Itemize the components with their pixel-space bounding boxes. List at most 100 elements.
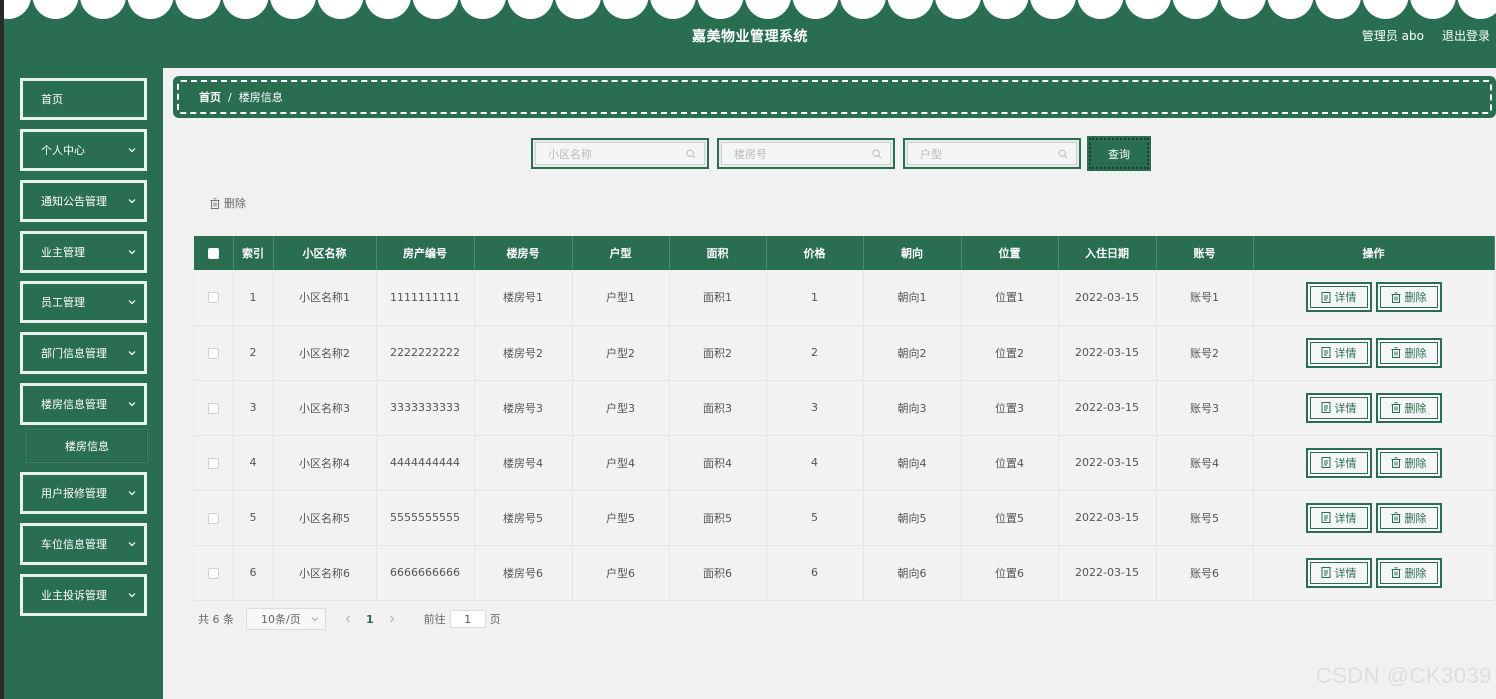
row-account: 账号2 <box>1156 325 1254 381</box>
row-checkbox[interactable] <box>207 457 219 469</box>
logout-button[interactable]: 退出登录 <box>1442 27 1490 44</box>
sidebar-item-parking[interactable]: 车位信息管理 <box>20 523 147 565</box>
community-search-field[interactable]: 小区名称 <box>531 138 709 169</box>
scallop-shape <box>792 0 839 19</box>
sidebar-item-staff[interactable]: 员工管理 <box>20 281 147 323</box>
select-all-checkbox[interactable] <box>207 248 219 259</box>
delete-button[interactable]: 删除 <box>1375 447 1442 478</box>
row-area: 面积6 <box>669 545 767 601</box>
row-community: 小区名称4 <box>273 435 377 491</box>
unit-type-search-field[interactable]: 户型 <box>903 138 1081 169</box>
row-move-in-date: 2022-03-15 <box>1058 490 1157 546</box>
row-select-cell[interactable] <box>194 545 234 601</box>
row-community: 小区名称1 <box>273 270 377 326</box>
building-search-input[interactable]: 楼房号 <box>734 146 767 162</box>
row-orientation: 朝向5 <box>863 490 962 546</box>
trash-icon <box>1391 567 1400 578</box>
sidebar-subitem-building-info[interactable]: 楼房信息 <box>26 429 148 463</box>
sidebar-item-building[interactable]: 楼房信息管理 <box>20 383 147 425</box>
row-unit-type: 户型1 <box>572 270 670 326</box>
delete-button[interactable]: 删除 <box>1375 392 1442 423</box>
row-select-cell[interactable] <box>194 435 234 491</box>
row-select-cell[interactable] <box>194 490 234 546</box>
detail-button[interactable]: 详情 <box>1305 447 1372 478</box>
query-button[interactable]: 查询 <box>1087 136 1151 171</box>
row-community: 小区名称6 <box>273 545 377 601</box>
row-location: 位置4 <box>961 435 1059 491</box>
next-page-button[interactable] <box>388 613 396 626</box>
table-row: 6 小区名称6 6666666666 楼房号6 户型6 面积6 6 朝向6 位置6 2022-03… <box>194 545 1495 601</box>
row-select-cell[interactable] <box>194 380 234 436</box>
chevron-down-icon <box>128 148 136 153</box>
detail-button[interactable]: 详情 <box>1305 557 1372 588</box>
sidebar-item-home[interactable]: 首页 <box>20 78 147 120</box>
detail-button[interactable]: 详情 <box>1305 337 1372 368</box>
row-price: 5 <box>766 490 864 546</box>
row-actions: 详情 删除 <box>1253 270 1495 326</box>
delete-button[interactable]: 删除 <box>1375 502 1442 533</box>
detail-button[interactable]: 详情 <box>1305 282 1372 313</box>
page-size-select[interactable]: 10条/页 <box>246 608 326 630</box>
row-checkbox[interactable] <box>207 567 219 579</box>
row-checkbox[interactable] <box>207 512 219 524</box>
document-icon <box>1321 291 1330 303</box>
row-select-cell[interactable] <box>194 270 234 326</box>
prev-page-button[interactable] <box>344 613 352 626</box>
row-index: 3 <box>233 380 274 436</box>
select-all-cell[interactable] <box>194 236 234 270</box>
sidebar-item-owner[interactable]: 业主管理 <box>20 231 147 273</box>
row-checkbox[interactable] <box>207 292 219 304</box>
sidebar-item-department[interactable]: 部门信息管理 <box>20 332 147 374</box>
column-header: 房产编号 <box>376 236 475 270</box>
chevron-down-icon <box>128 199 136 204</box>
row-community: 小区名称5 <box>273 490 377 546</box>
row-location: 位置3 <box>961 380 1059 436</box>
community-search-input[interactable]: 小区名称 <box>548 146 592 162</box>
document-icon <box>1321 457 1330 468</box>
row-actions: 详情 删除 <box>1253 490 1495 546</box>
row-price: 4 <box>766 435 864 491</box>
delete-label: 删除 <box>1404 566 1427 580</box>
sidebar-item-complaint[interactable]: 业主投诉管理 <box>20 574 147 616</box>
building-search-field[interactable]: 楼房号 <box>717 138 895 169</box>
scallop-shape <box>1077 0 1124 19</box>
sidebar-item-notice[interactable]: 通知公告管理 <box>20 180 147 222</box>
sidebar-item-label: 楼房信息管理 <box>41 398 107 411</box>
delete-button[interactable]: 删除 <box>1375 282 1442 313</box>
row-index: 5 <box>233 490 274 546</box>
sidebar-item-repair[interactable]: 用户报修管理 <box>20 472 147 514</box>
row-checkbox[interactable] <box>207 347 219 359</box>
trash-icon <box>210 197 220 209</box>
row-price: 6 <box>766 545 864 601</box>
page-number[interactable]: 1 <box>366 613 374 626</box>
delete-button[interactable]: 删除 <box>1375 337 1442 368</box>
row-property-no: 2222222222 <box>376 325 475 381</box>
unit-type-search-input[interactable]: 户型 <box>920 146 942 162</box>
row-checkbox[interactable] <box>207 402 219 414</box>
document-icon <box>1321 512 1330 523</box>
row-move-in-date: 2022-03-15 <box>1058 435 1157 491</box>
scallop-shape <box>4 0 31 19</box>
row-building: 楼房号6 <box>474 545 573 601</box>
scallop-shape <box>222 0 269 19</box>
breadcrumb: 首页 / 楼房信息 <box>177 80 1492 114</box>
scallop-shape <box>602 0 649 19</box>
row-select-cell[interactable] <box>194 325 234 381</box>
table-row: 5 小区名称5 5555555555 楼房号5 户型5 面积5 5 朝向5 位置5 2022-03… <box>194 490 1495 546</box>
detail-label: 详情 <box>1334 291 1357 305</box>
row-location: 位置5 <box>961 490 1059 546</box>
chevron-down-icon <box>311 617 319 622</box>
admin-user-label[interactable]: 管理员 abo <box>1362 27 1424 44</box>
delete-button[interactable]: 删除 <box>1375 557 1442 588</box>
sidebar-item-personal-center[interactable]: 个人中心 <box>20 129 147 171</box>
sidebar: 首页 个人中心 通知公告管理 业主管理 员工管理 部门信息管理 楼房信息管理 楼… <box>4 68 163 699</box>
breadcrumb-home[interactable]: 首页 <box>199 89 221 105</box>
top-header: 嘉美物业管理系统 管理员 abo 退出登录 <box>4 0 1496 68</box>
bulk-delete-button[interactable]: 删除 <box>210 195 246 211</box>
goto-page-input[interactable]: 1 <box>449 610 486 628</box>
detail-button[interactable]: 详情 <box>1305 502 1372 533</box>
chevron-down-icon <box>128 542 136 547</box>
row-index: 2 <box>233 325 274 381</box>
detail-button[interactable]: 详情 <box>1305 392 1372 423</box>
row-price: 3 <box>766 380 864 436</box>
